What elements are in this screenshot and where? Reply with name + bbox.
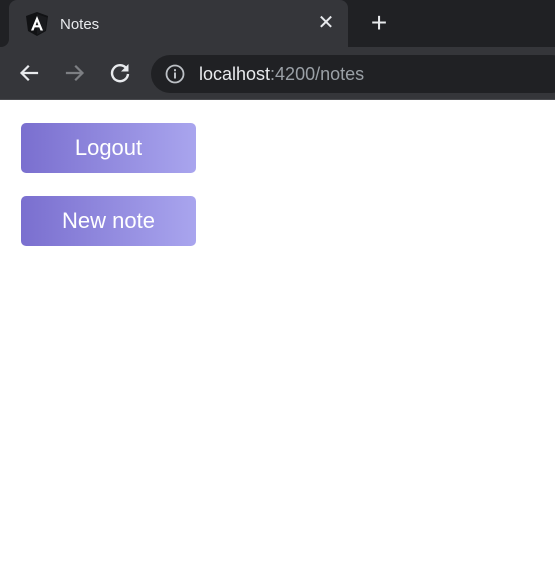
angular-logo-icon bbox=[26, 12, 48, 36]
page-content: Logout New note bbox=[0, 100, 555, 588]
logout-button[interactable]: Logout bbox=[21, 123, 196, 173]
url-text[interactable]: localhost:4200/notes bbox=[199, 64, 364, 84]
address-bar[interactable]: localhost:4200/notes bbox=[151, 55, 555, 93]
close-tab-icon[interactable]: ✕ bbox=[315, 12, 337, 34]
arrow-right-icon bbox=[65, 64, 85, 82]
back-button[interactable] bbox=[15, 59, 43, 87]
new-tab-button[interactable]: + bbox=[366, 9, 392, 37]
tab-title: Notes bbox=[60, 16, 100, 33]
info-icon[interactable] bbox=[165, 64, 185, 84]
reload-icon bbox=[110, 64, 130, 83]
tab-strip-edge bbox=[0, 0, 9, 47]
arrow-left-icon bbox=[19, 64, 39, 82]
url-path: :4200/notes bbox=[270, 64, 365, 84]
browser-toolbar: localhost:4200/notes bbox=[0, 47, 555, 100]
url-host: localhost bbox=[199, 64, 271, 84]
new-note-button[interactable]: New note bbox=[21, 196, 196, 246]
tab-strip: Notes ✕ + bbox=[0, 0, 555, 47]
reload-button[interactable] bbox=[106, 59, 134, 87]
forward-button[interactable] bbox=[61, 59, 89, 87]
